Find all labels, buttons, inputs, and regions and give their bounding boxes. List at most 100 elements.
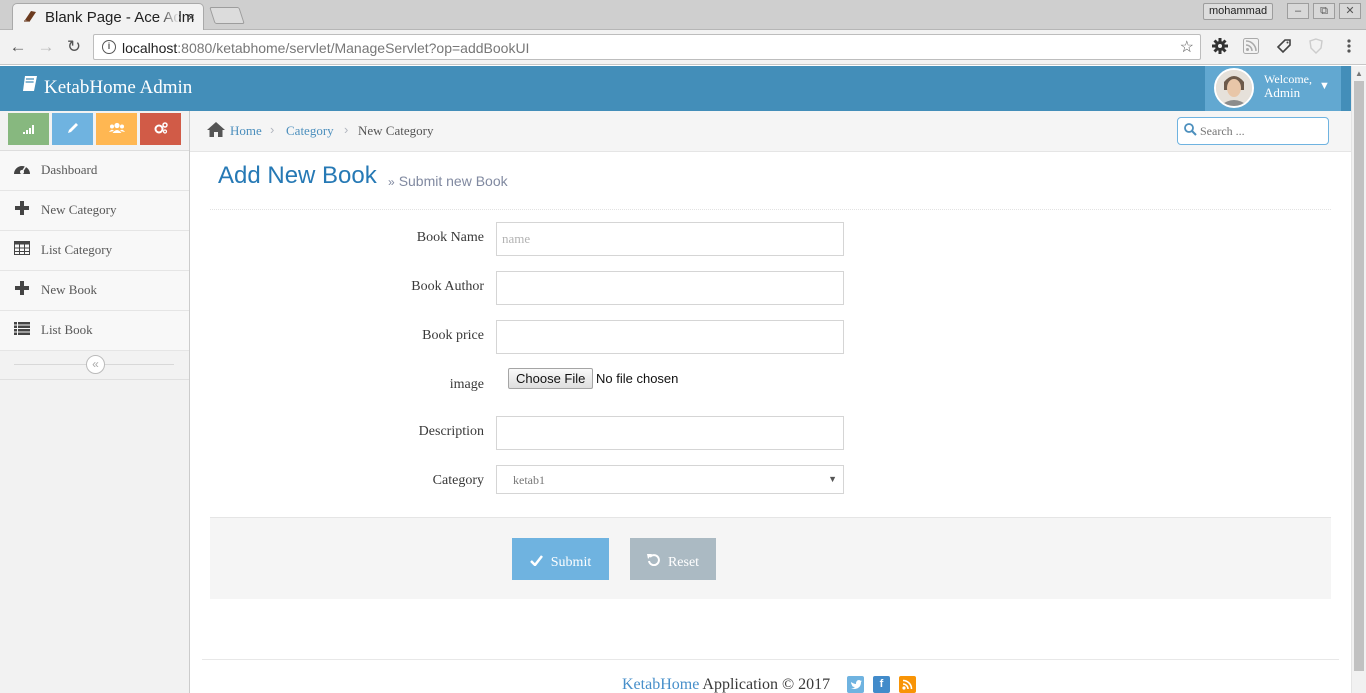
description-input[interactable] <box>496 416 844 450</box>
twitter-icon[interactable] <box>847 676 864 693</box>
facebook-icon[interactable]: f <box>873 676 890 693</box>
settings-gear-icon[interactable] <box>1210 38 1230 59</box>
caret-down-icon: ▼ <box>828 474 837 484</box>
forward-button[interactable]: → <box>35 36 57 58</box>
search-icon <box>1184 123 1197 139</box>
nav-search[interactable] <box>1177 117 1329 145</box>
user-menu[interactable]: Welcome, Admin ▼ <box>1205 66 1341 111</box>
sidebar-item-label: Dashboard <box>41 162 98 177</box>
users-icon <box>108 121 125 137</box>
welcome-text: Welcome, Admin <box>1264 72 1312 100</box>
book-name-input[interactable] <box>496 222 844 256</box>
double-angle-left-icon[interactable]: « <box>86 355 105 374</box>
home-icon <box>207 122 225 142</box>
tachometer-icon <box>12 161 32 181</box>
submit-button[interactable]: Submit <box>512 538 609 580</box>
undo-icon <box>646 554 660 570</box>
reload-button[interactable]: ↻ <box>63 36 85 58</box>
book-author-label: Book Author <box>411 279 484 294</box>
url-host: localhost <box>122 40 178 56</box>
file-status-text: No file chosen <box>596 371 679 386</box>
browser-toolbar: ← → ↻ i localhost:8080/ketabhome/servlet… <box>0 30 1366 65</box>
sidebar: Dashboard New Category List Category New… <box>0 111 190 693</box>
page-scrollbar[interactable]: ▲ <box>1351 66 1366 693</box>
new-tab-button[interactable] <box>209 7 245 24</box>
close-window-button[interactable]: ✕ <box>1339 3 1361 19</box>
breadcrumb: Home › Category › New Category <box>190 111 1351 152</box>
brand-text: KetabHome Admin <box>44 77 193 98</box>
breadcrumb-category[interactable]: Category <box>286 123 334 139</box>
sidebar-item-new-category[interactable]: New Category <box>0 191 189 231</box>
sidebar-item-new-book[interactable]: New Book <box>0 271 189 311</box>
angle-right-icon: › <box>270 122 275 137</box>
description-label: Description <box>418 424 484 439</box>
page-subtitle-text: Submit new Book <box>398 173 508 189</box>
shortcut-stats-button[interactable] <box>8 113 49 145</box>
caret-down-icon: ▼ <box>1319 80 1330 92</box>
pencil-icon <box>67 121 79 137</box>
address-bar[interactable]: i localhost:8080/ketabhome/servlet/Manag… <box>93 34 1201 60</box>
info-icon[interactable]: i <box>102 40 116 54</box>
sidebar-item-dashboard[interactable]: Dashboard <box>0 151 189 191</box>
sidebar-item-list-book[interactable]: List Book <box>0 311 189 351</box>
brand[interactable]: KetabHome Admin <box>22 75 192 99</box>
angle-right-icon: › <box>344 122 349 137</box>
plus-icon <box>12 281 32 301</box>
page-title: Add New Book <box>218 162 377 189</box>
shortcut-settings-button[interactable] <box>140 113 181 145</box>
reset-button[interactable]: Reset <box>630 538 716 580</box>
tag-extension-icon[interactable] <box>1274 38 1294 59</box>
book-price-label: Book price <box>422 328 484 343</box>
sidebar-item-list-category[interactable]: List Category <box>0 231 189 271</box>
username: Admin <box>1264 85 1301 100</box>
signal-icon <box>22 121 35 137</box>
shortcut-edit-button[interactable] <box>52 113 93 145</box>
shortcut-users-button[interactable] <box>96 113 137 145</box>
sidebar-item-label: New Book <box>41 282 97 297</box>
reset-label: Reset <box>667 555 700 570</box>
submit-label: Submit <box>550 555 592 570</box>
category-select[interactable]: ketab1 ▼ <box>496 465 844 494</box>
check-icon <box>529 555 543 570</box>
browser-tab-strip: Blank Page - Ace Admin × mohammad – ⧉ ✕ <box>0 0 1366 31</box>
plus-icon <box>12 201 32 221</box>
scrollbar-thumb[interactable] <box>1354 81 1364 671</box>
breadcrumb-home[interactable]: Home <box>230 123 262 139</box>
avatar <box>1214 68 1254 108</box>
browser-menu-icon[interactable] <box>1339 38 1359 59</box>
book-favicon-icon <box>23 10 37 25</box>
book-price-input[interactable] <box>496 320 844 354</box>
browser-tab[interactable]: Blank Page - Ace Admin × <box>12 3 204 31</box>
minimize-button[interactable]: – <box>1287 3 1309 19</box>
welcome-label: Welcome, <box>1264 72 1313 86</box>
app-navbar: KetabHome Admin Welcome, Admin ▼ <box>0 66 1351 111</box>
book-author-input[interactable] <box>496 271 844 305</box>
form-actions: Submit Reset <box>210 517 1331 599</box>
scroll-up-arrow-icon[interactable]: ▲ <box>1355 69 1363 78</box>
back-button[interactable]: ← <box>7 36 29 58</box>
rss-extension-icon[interactable] <box>1241 38 1261 59</box>
rss-icon[interactable] <box>899 676 916 693</box>
shield-extension-icon[interactable] <box>1306 38 1326 59</box>
profile-button[interactable]: mohammad <box>1203 3 1274 20</box>
footer-brand: KetabHome <box>622 676 700 693</box>
tab-close-icon[interactable]: × <box>187 9 195 25</box>
category-label: Category <box>432 473 484 488</box>
choose-file-button[interactable]: Choose File <box>508 368 594 389</box>
url-text[interactable]: localhost:8080/ketabhome/servlet/ManageS… <box>122 40 529 56</box>
book-icon <box>22 75 38 98</box>
url-path: :8080/ketabhome/servlet/ManageServlet?op… <box>177 40 530 56</box>
footer-divider <box>202 659 1339 660</box>
list-icon <box>12 321 32 341</box>
sidebar-item-label: List Book <box>41 322 93 337</box>
sidebar-divider <box>0 379 189 380</box>
category-selected-value: ketab1 <box>513 473 545 487</box>
breadcrumb-current: New Category <box>358 123 434 138</box>
double-angle-right-icon: » <box>388 175 395 189</box>
page-header: Add New Book » Submit new Book <box>210 152 1331 210</box>
bookmark-star-icon[interactable]: ☆ <box>1180 37 1194 57</box>
page-subtitle: » Submit new Book <box>388 173 508 189</box>
sidebar-item-label: New Category <box>41 202 117 217</box>
search-input[interactable] <box>1200 122 1322 140</box>
restore-button[interactable]: ⧉ <box>1313 3 1335 19</box>
